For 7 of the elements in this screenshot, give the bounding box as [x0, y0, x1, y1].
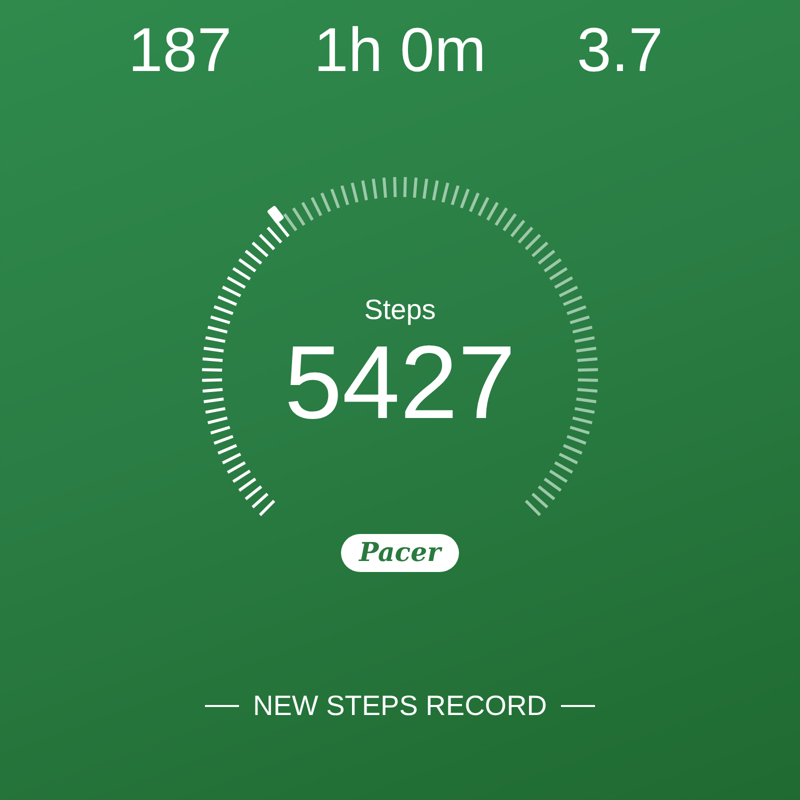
brand-badge: Pacer — [341, 534, 459, 572]
stat-value: 3.7 — [576, 16, 664, 86]
stat-value: 187 — [128, 16, 232, 86]
steps-count: 5427 — [284, 328, 516, 438]
stat-value: 1h 0m — [314, 16, 486, 86]
record-banner-text: NEW STEPS RECORD — [252, 689, 548, 723]
steps-label: Steps — [364, 293, 436, 327]
